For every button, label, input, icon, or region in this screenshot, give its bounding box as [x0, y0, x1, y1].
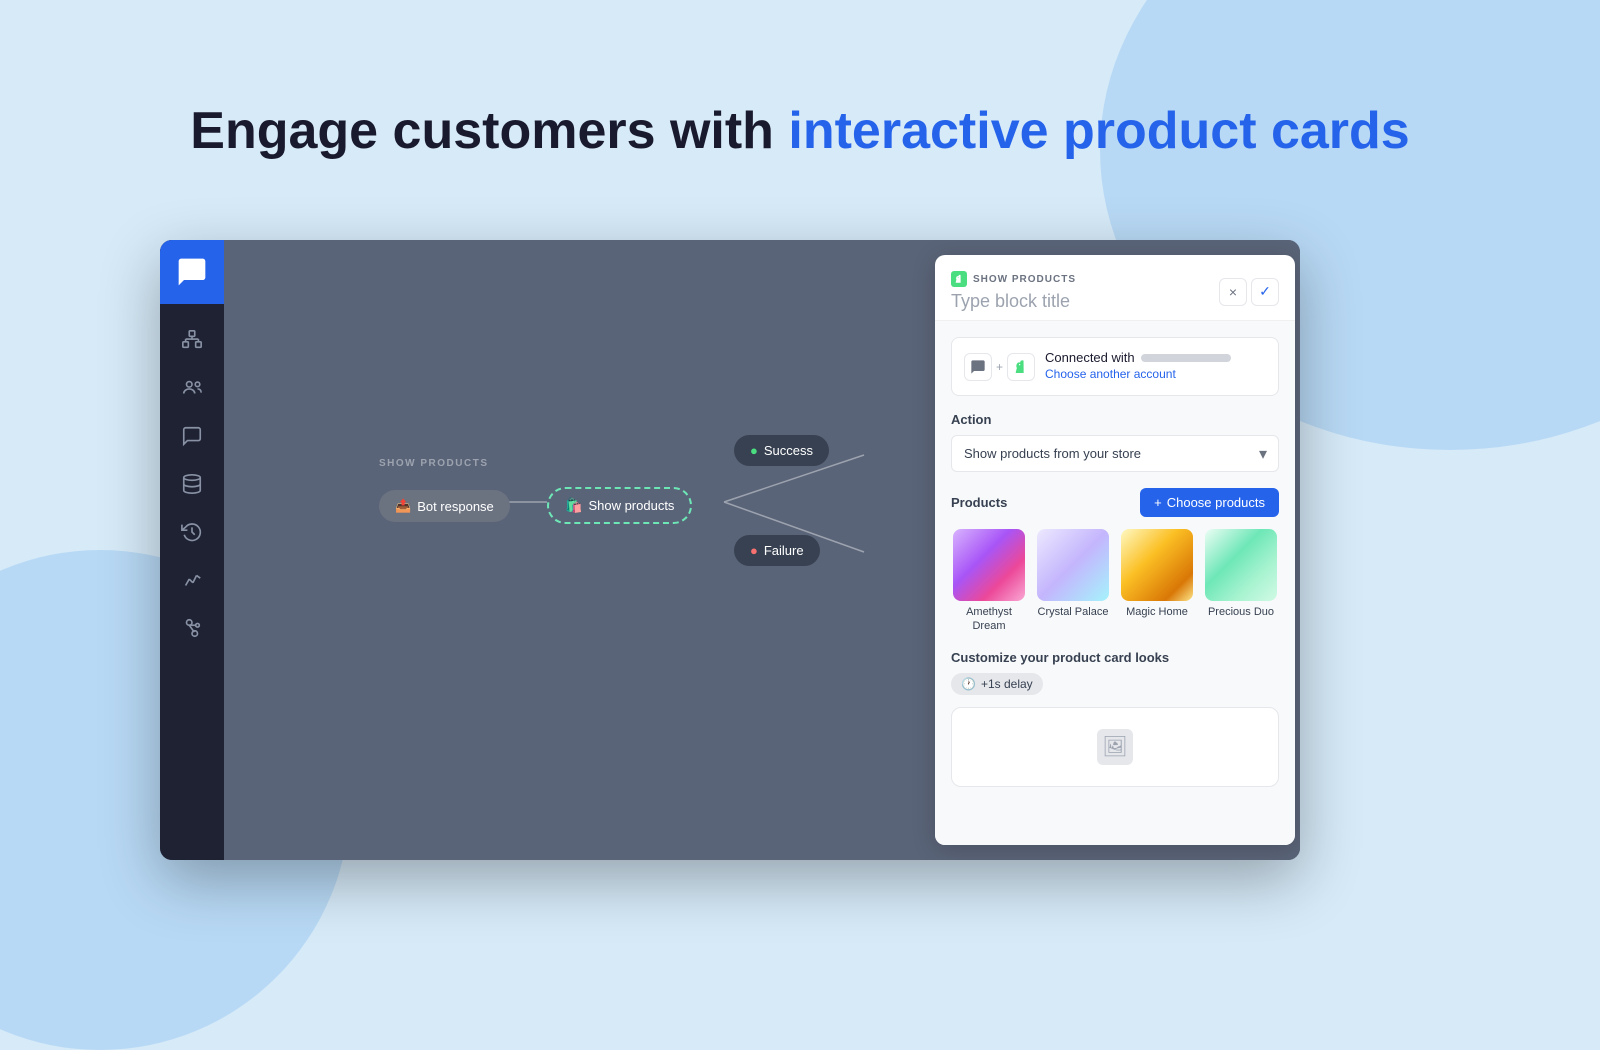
app-window: SHOW PRODUCTS 📤 Bot response 🛍️ Show pro… — [160, 240, 1300, 860]
contacts-icon — [181, 377, 203, 399]
org-icon — [181, 329, 203, 351]
bot-response-node[interactable]: 📤 Bot response — [379, 490, 510, 522]
success-label: Success — [764, 443, 813, 458]
sidebar-logo[interactable] — [160, 240, 224, 304]
canvas-area: SHOW PRODUCTS 📤 Bot response 🛍️ Show pro… — [224, 240, 1300, 860]
sidebar-item-history[interactable] — [172, 512, 212, 552]
chat-bubble-icon — [181, 425, 203, 447]
bot-response-icon: 📤 — [395, 498, 411, 514]
failure-node[interactable]: ● Failure — [734, 535, 820, 566]
panel-body: + Connected with Choose another account — [935, 321, 1295, 845]
analytics-icon — [181, 569, 203, 591]
heading-highlight: interactive product cards — [788, 102, 1409, 160]
show-products-node[interactable]: 🛍️ Show products — [547, 487, 692, 524]
show-products-icon: 🛍️ — [565, 497, 582, 514]
products-section: Products + Choose products Amethyst Drea… — [951, 488, 1279, 634]
sidebar — [160, 240, 224, 860]
failure-label: Failure — [764, 543, 804, 558]
clock-icon: 🕐 — [961, 677, 976, 691]
bot-response-label: Bot response — [417, 499, 494, 514]
action-section: Action Show products from your store Sho… — [951, 412, 1279, 472]
sidebar-item-conversations[interactable] — [172, 416, 212, 456]
action-section-label: Action — [951, 412, 1279, 427]
sidebar-nav — [172, 304, 212, 860]
database-icon — [181, 473, 203, 495]
panel-header: SHOW PRODUCTS Type block title × ✓ — [935, 255, 1295, 321]
customize-section: Customize your product card looks 🕐 +1s … — [951, 650, 1279, 695]
preview-card: 🖼 — [951, 707, 1279, 787]
product-img-magic — [1121, 529, 1193, 601]
success-node[interactable]: ● Success — [734, 435, 829, 466]
product-card-precious[interactable]: Precious Duo — [1203, 529, 1279, 634]
product-name-crystal: Crystal Palace — [1038, 605, 1109, 619]
sidebar-item-database[interactable] — [172, 464, 212, 504]
plus-connector: + — [996, 360, 1003, 374]
choose-account-link[interactable]: Choose another account — [1045, 367, 1176, 381]
panel-confirm-button[interactable]: ✓ — [1251, 278, 1279, 306]
platform-icon-right — [1007, 353, 1035, 381]
customize-section-label: Customize your product card looks — [951, 650, 1279, 665]
sidebar-item-integrations[interactable] — [172, 608, 212, 648]
sidebar-item-contacts[interactable] — [172, 368, 212, 408]
show-products-node-label: Show products — [588, 498, 674, 513]
products-grid: Amethyst Dream Crystal Palace Magic Home — [951, 529, 1279, 634]
choose-products-button[interactable]: + Choose products — [1140, 488, 1279, 517]
sidebar-item-organization[interactable] — [172, 320, 212, 360]
product-img-precious — [1205, 529, 1277, 601]
connected-account-bar — [1141, 354, 1231, 362]
product-card-crystal[interactable]: Crystal Palace — [1035, 529, 1111, 634]
action-select-wrapper: Show products from your store Show featu… — [951, 435, 1279, 472]
product-name-magic: Magic Home — [1126, 605, 1188, 619]
product-img-crystal — [1037, 529, 1109, 601]
products-header: Products + Choose products — [951, 488, 1279, 517]
connected-label-text: Connected with — [1045, 350, 1135, 365]
success-dot-icon: ● — [750, 443, 758, 458]
page-heading: Engage customers with interactive produc… — [0, 100, 1600, 162]
panel-close-button[interactable]: × — [1219, 278, 1247, 306]
delay-label: +1s delay — [981, 677, 1033, 691]
panel-actions: × ✓ — [1219, 278, 1279, 306]
delay-badge[interactable]: 🕐 +1s delay — [951, 673, 1043, 695]
choose-products-label: Choose products — [1167, 495, 1265, 510]
platform-icon-left — [964, 353, 992, 381]
panel-badge-label: SHOW PRODUCTS — [973, 274, 1076, 285]
product-img-amethyst — [953, 529, 1025, 601]
shopify-icon — [951, 271, 967, 287]
failure-dot-icon: ● — [750, 543, 758, 558]
panel: SHOW PRODUCTS Type block title × ✓ — [935, 255, 1295, 845]
products-section-label: Products — [951, 495, 1007, 510]
connected-icons: + — [964, 353, 1035, 381]
show-products-label: SHOW PRODUCTS — [379, 458, 489, 469]
history-icon — [181, 521, 203, 543]
connected-card: + Connected with Choose another account — [951, 337, 1279, 396]
panel-title-area: SHOW PRODUCTS Type block title — [951, 271, 1219, 312]
product-card-amethyst[interactable]: Amethyst Dream — [951, 529, 1027, 634]
plus-icon: + — [1154, 495, 1162, 510]
connected-text: Connected with Choose another account — [1045, 350, 1266, 383]
sidebar-item-analytics[interactable] — [172, 560, 212, 600]
preview-placeholder-icon: 🖼 — [1097, 729, 1133, 765]
heading-static: Engage customers with — [190, 102, 788, 160]
connected-with-label: Connected with — [1045, 350, 1266, 365]
panel-badge: SHOW PRODUCTS — [951, 271, 1219, 287]
chat-icon — [176, 256, 208, 288]
product-name-amethyst: Amethyst Dream — [951, 605, 1027, 634]
action-select[interactable]: Show products from your store Show featu… — [951, 435, 1279, 472]
product-name-precious: Precious Duo — [1208, 605, 1274, 619]
panel-block-title[interactable]: Type block title — [951, 291, 1219, 312]
integrations-icon — [181, 617, 203, 639]
product-card-magic[interactable]: Magic Home — [1119, 529, 1195, 634]
